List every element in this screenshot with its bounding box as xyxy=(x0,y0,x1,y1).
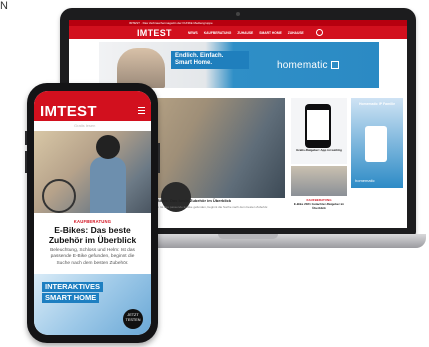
teaser-card-2-image[interactable] xyxy=(291,166,347,196)
phone-article-image[interactable] xyxy=(34,131,151,213)
side-ad-text: Homematic IP Familie xyxy=(358,102,396,106)
brand-logo-icon xyxy=(330,61,339,70)
side-ad[interactable]: Homematic IP Familie homematic xyxy=(351,98,403,188)
banner-slogan-line2: Smart Home. xyxy=(175,60,213,66)
phone-ad-line1: INTERAKTIVES xyxy=(42,282,104,292)
phone-article-text: Beleuchtung, Schloss und Helm: Ist das p… xyxy=(50,248,135,266)
phone-ad-stamp-line2: TESTEN xyxy=(125,318,141,322)
nav-item-news[interactable]: NEWS xyxy=(188,31,198,35)
cyclist-helmet xyxy=(96,135,120,159)
phone-screen: IMTEST Gratis lesen KAUFBERATUNG E-Bikes… xyxy=(34,91,151,335)
phone-side-button xyxy=(158,143,160,173)
phone-site-logo[interactable]: IMTEST xyxy=(40,103,97,120)
banner-brand: homematic xyxy=(277,60,339,71)
side-ad-brand: homematic xyxy=(355,178,375,183)
teaser-card[interactable]: Gratis-Ratgeber: App ist wichtig xyxy=(291,98,347,164)
nav-item-kaufberatung[interactable]: KAUFBERATUNG xyxy=(204,31,232,35)
nav-item-zuhause-2[interactable]: ZUHAUSE xyxy=(288,31,304,35)
phone-ad-banner[interactable]: INTERAKTIVES SMART HOME JETZT TESTEN xyxy=(34,274,151,335)
corner-label: N xyxy=(0,0,8,12)
teaser-phone-screen xyxy=(307,110,329,140)
teaser-phone-image xyxy=(305,104,331,148)
phone-side-button xyxy=(25,131,27,145)
bike-wheel xyxy=(42,179,76,213)
search-icon[interactable] xyxy=(315,29,323,36)
phone-site-header: IMTEST xyxy=(34,91,151,121)
nav-item-zuhause[interactable]: ZUHAUSE xyxy=(237,31,253,35)
phone-ad-stamp[interactable]: JETZT TESTEN xyxy=(123,309,143,329)
phone-side-button xyxy=(25,151,27,173)
phone-article-title[interactable]: E-Bikes: Das beste Zubehör im Überblick xyxy=(34,224,151,245)
teaser-card-title[interactable]: Gratis-Ratgeber: App ist wichtig xyxy=(291,148,347,152)
banner-photo xyxy=(117,48,165,88)
smartphone: IMTEST Gratis lesen KAUFBERATUNG E-Bikes… xyxy=(25,83,160,343)
site-logo[interactable]: IMTEST xyxy=(137,28,172,38)
phone-ad-line2: SMART HOME xyxy=(42,293,100,303)
banner-slogan: Endlich. Einfach. Smart Home. xyxy=(171,51,249,69)
nav-item-smart-home[interactable]: SMART HOME xyxy=(259,31,282,35)
menu-icon[interactable] xyxy=(138,107,145,114)
camera-icon xyxy=(236,12,240,16)
banner-slogan-line1: Endlich. Einfach. xyxy=(175,53,224,59)
laptop-notch xyxy=(218,234,278,239)
site-header: IMTEST NEWS KAUFBERATUNG ZUHAUSE SMART H… xyxy=(69,26,407,39)
teaser-card-2-caption: KAUFBERATUNG E-Bike 2021 Gutachter-Ratge… xyxy=(291,198,347,210)
teaser-card-2-title[interactable]: E-Bike 2021 Gutachter-Ratgeber im Überbl… xyxy=(291,202,347,210)
side-ad-device xyxy=(365,126,387,162)
ad-banner[interactable]: Endlich. Einfach. Smart Home. homematic xyxy=(99,42,379,88)
cyclist-body xyxy=(90,157,126,213)
banner-brand-text: homematic xyxy=(277,60,328,71)
phone-sub-text: Gratis lesen xyxy=(74,123,96,128)
